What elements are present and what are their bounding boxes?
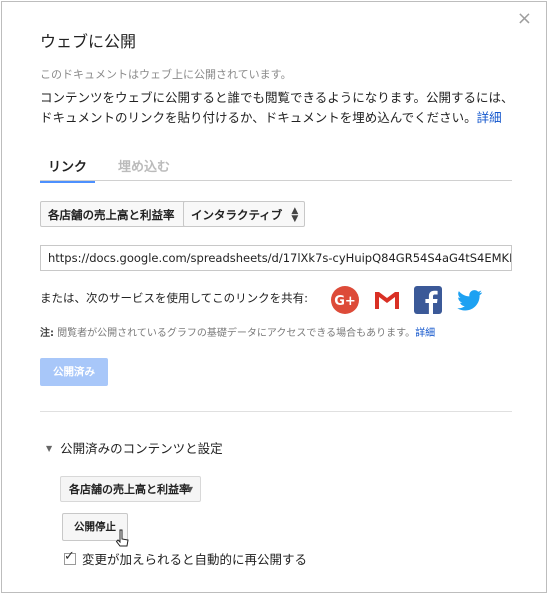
dialog-title: ウェブに公開 (40, 32, 137, 51)
collapse-triangle-icon: ▼ (46, 444, 53, 453)
note: 注: 閲覧者が公開されているグラフの基礎データにアクセスできる場合もあります。詳… (40, 324, 435, 339)
publish-dialog: × ウェブに公開 このドキュメントはウェブ上に公開されています。 コンテンツをウ… (1, 1, 547, 593)
description-line-1: コンテンツをウェブに公開すると誰でも閲覧できるようになります。公開するには、 (40, 90, 514, 105)
auto-republish-label: 変更が加えられると自動的に再公開する (82, 552, 308, 567)
tab-embed[interactable]: 埋め込む (110, 152, 178, 181)
publish-status: このドキュメントはウェブ上に公開されています。 (40, 68, 292, 81)
published-button[interactable]: 公開済み (40, 358, 108, 386)
description-text: ドキュメントのリンクを貼り付けるか、ドキュメントを埋め込んでください。 (40, 110, 477, 125)
published-url-field[interactable]: https://docs.google.com/spreadsheets/d/1… (40, 245, 512, 271)
checkmark-icon: ✓ (64, 549, 75, 564)
description: コンテンツをウェブに公開すると誰でも閲覧できるようになります。公開するには、 ド… (40, 88, 515, 128)
close-icon[interactable]: × (517, 10, 532, 28)
note-details-link[interactable]: 詳細 (415, 328, 435, 339)
share-label: または、次のサービスを使用してこのリンクを共有: (40, 291, 309, 305)
chevron-down-icon: ▼ (186, 485, 193, 494)
twitter-icon[interactable] (454, 285, 484, 315)
published-settings-toggle[interactable]: ▼ 公開済みのコンテンツと設定 (46, 438, 223, 457)
format-select[interactable]: インタラクティブ ▲ ▼ (183, 201, 306, 227)
published-settings-heading: 公開済みのコンテンツと設定 (60, 441, 223, 456)
section-divider (40, 411, 512, 412)
facebook-icon[interactable] (413, 285, 443, 315)
note-text: 閲覧者が公開されているグラフの基礎データにアクセスできる場合もあります。 (54, 328, 416, 339)
auto-republish-row: ✓ 変更が加えられると自動的に再公開する (64, 549, 307, 568)
tab-link[interactable]: リンク (40, 152, 96, 183)
sort-arrows-icon: ▲▼ (291, 206, 299, 224)
published-sheet-select[interactable]: 各店舗の売上高と利益率 ▼ (60, 476, 201, 502)
gmail-icon[interactable] (372, 285, 402, 315)
details-link[interactable]: 詳細 (477, 110, 502, 125)
note-prefix: 注: (40, 328, 54, 339)
google-plus-icon[interactable]: G+ (330, 285, 360, 315)
auto-republish-checkbox[interactable]: ✓ (64, 549, 76, 565)
mouse-pointer-icon (115, 529, 129, 547)
sheet-select-value: 各店舗の売上高と利益率 (48, 208, 175, 222)
sheet-select[interactable]: 各店舗の売上高と利益率 ▲▼ (40, 201, 198, 227)
google-plus-icon-text: G+ (334, 294, 356, 309)
tab-bar: リンク 埋め込む (40, 152, 512, 183)
format-select-value: インタラクティブ (191, 208, 283, 222)
published-sheet-select-value: 各店舗の売上高と利益率 (69, 483, 190, 496)
description-line-2: ドキュメントのリンクを貼り付けるか、ドキュメントを埋め込んでください。詳細 (40, 108, 515, 128)
